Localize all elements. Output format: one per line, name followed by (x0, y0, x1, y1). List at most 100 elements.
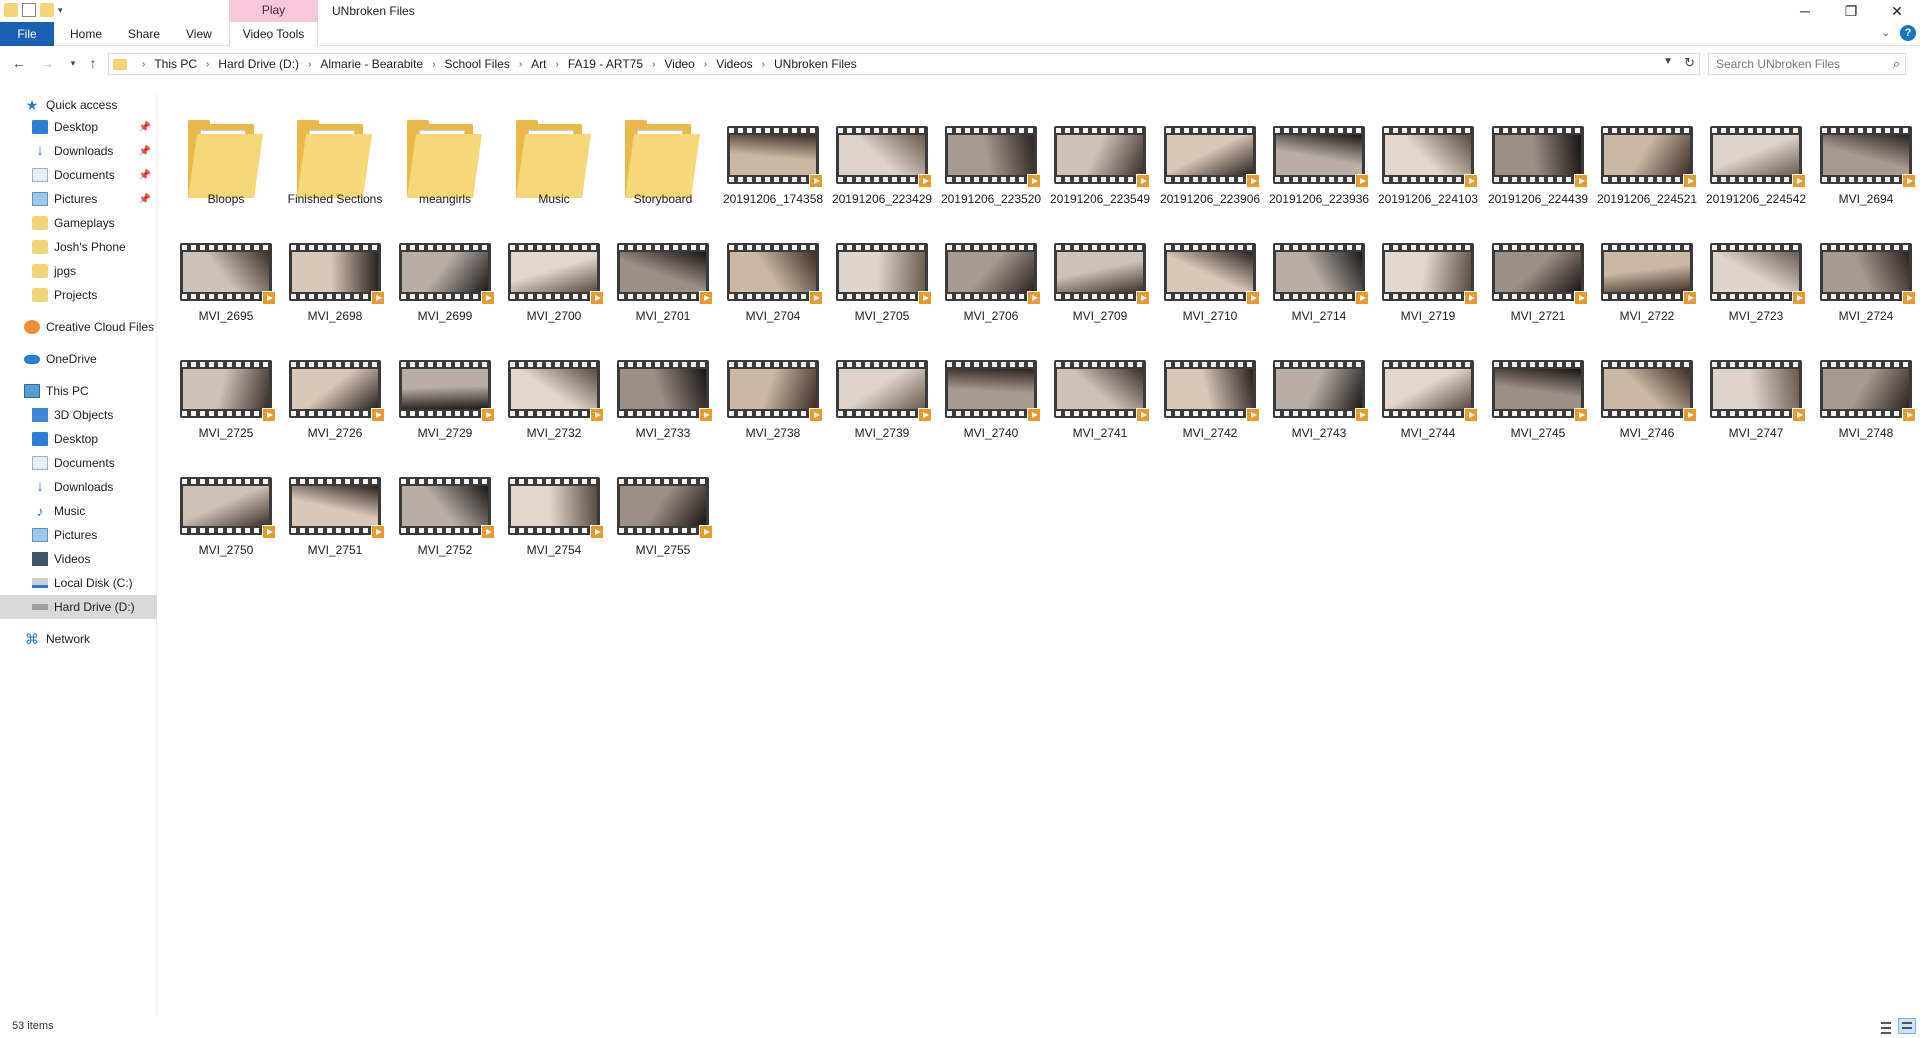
sidebar-item-pictures[interactable]: Pictures (0, 523, 157, 547)
video-file-item[interactable]: 20191206_224521 (1591, 118, 1697, 223)
video-file-item[interactable]: MVI_2704 (717, 235, 823, 340)
video-file-item[interactable]: MVI_2747 (1700, 352, 1806, 457)
video-file-item[interactable]: MVI_2729 (389, 352, 495, 457)
refresh-icon[interactable]: ↻ (1684, 55, 1695, 71)
sidebar-item-quick-access[interactable]: ★ Quick access (0, 93, 157, 117)
video-file-item[interactable]: MVI_2706 (935, 235, 1041, 340)
video-file-item[interactable]: MVI_2752 (389, 469, 495, 574)
sidebar-item-music[interactable]: ♪ Music (0, 499, 157, 523)
sidebar-item-pictures[interactable]: Pictures 📌 (0, 187, 157, 211)
sidebar-item-downloads[interactable]: ↓ Downloads 📌 (0, 139, 157, 163)
folder-item[interactable]: Bloops (170, 118, 274, 223)
sidebar-item-this-pc[interactable]: This PC (0, 379, 157, 403)
sidebar-item-documents[interactable]: Documents 📌 (0, 163, 157, 187)
sidebar-item-local-disk-c[interactable]: Local Disk (C:) (0, 571, 157, 595)
sidebar-item-3d-objects[interactable]: 3D Objects (0, 403, 157, 427)
video-file-item[interactable]: MVI_2694 (1810, 118, 1916, 223)
video-file-item[interactable]: MVI_2745 (1482, 352, 1588, 457)
video-file-item[interactable]: MVI_2721 (1482, 235, 1588, 340)
restore-button[interactable]: ❐ (1828, 0, 1874, 22)
video-file-item[interactable]: MVI_2744 (1372, 352, 1478, 457)
chevron-right-icon[interactable]: › (308, 59, 311, 70)
sidebar-item-desktop[interactable]: Desktop 📌 (0, 115, 157, 139)
folder-item[interactable]: meangirls (389, 118, 493, 223)
sidebar-item-onedrive[interactable]: OneDrive (0, 347, 157, 371)
search-input[interactable]: Search UNbroken Files ⌕ (1708, 53, 1906, 75)
video-file-item[interactable]: 20191206_174358 (717, 118, 823, 223)
address-history-dropdown-icon[interactable]: ▼ (1663, 56, 1673, 67)
help-icon[interactable]: ? (1900, 25, 1916, 41)
chevron-down-icon[interactable]: ▾ (64, 54, 82, 72)
chevron-right-icon[interactable]: › (556, 59, 559, 70)
tab-share[interactable]: Share (128, 22, 160, 46)
address-bar[interactable]: › This PC › Hard Drive (D:) › Almarie - Beara… (108, 53, 1700, 75)
video-file-item[interactable]: 20191206_223906 (1154, 118, 1260, 223)
breadcrumb-item[interactable]: School Files (444, 57, 509, 71)
video-file-item[interactable]: MVI_2699 (389, 235, 495, 340)
new-folder-icon[interactable] (40, 3, 54, 17)
tab-home[interactable]: Home (70, 22, 102, 46)
sidebar-item-projects[interactable]: Projects (0, 283, 157, 307)
breadcrumb-item[interactable]: FA19 - ART75 (568, 57, 643, 71)
breadcrumb-item[interactable]: Video (664, 57, 694, 71)
breadcrumb-item[interactable]: Art (531, 57, 546, 71)
properties-icon[interactable] (22, 3, 36, 17)
video-file-item[interactable]: MVI_2705 (826, 235, 932, 340)
video-file-item[interactable]: MVI_2710 (1154, 235, 1260, 340)
video-file-item[interactable]: MVI_2746 (1591, 352, 1697, 457)
video-file-item[interactable]: MVI_2695 (170, 235, 276, 340)
video-file-item[interactable]: 20191206_224103 (1372, 118, 1478, 223)
video-file-item[interactable]: MVI_2725 (170, 352, 276, 457)
video-file-item[interactable]: MVI_2740 (935, 352, 1041, 457)
tab-video-tools[interactable]: Video Tools (229, 22, 318, 46)
sidebar-item-creative-cloud-files[interactable]: Creative Cloud Files (0, 315, 157, 339)
sidebar-item-josh-s-phone[interactable]: Josh's Phone (0, 235, 157, 259)
sidebar-item-downloads[interactable]: ↓ Downloads (0, 475, 157, 499)
minimize-button[interactable]: ─ (1782, 0, 1828, 22)
video-file-item[interactable]: 20191206_223520 (935, 118, 1041, 223)
details-view-button[interactable] (1877, 1018, 1895, 1034)
video-file-item[interactable]: MVI_2733 (607, 352, 713, 457)
video-file-item[interactable]: 20191206_223549 (1044, 118, 1150, 223)
close-button[interactable]: ✕ (1874, 0, 1920, 22)
video-file-item[interactable]: MVI_2741 (1044, 352, 1150, 457)
contextual-tab-play[interactable]: Play (229, 0, 318, 22)
sidebar-item-gameplays[interactable]: Gameplays (0, 211, 157, 235)
video-file-item[interactable]: MVI_2714 (1263, 235, 1369, 340)
chevron-right-icon[interactable]: › (432, 59, 435, 70)
video-file-item[interactable]: MVI_2750 (170, 469, 276, 574)
video-file-item[interactable]: MVI_2726 (279, 352, 385, 457)
breadcrumb-item[interactable]: Videos (716, 57, 752, 71)
video-file-item[interactable]: MVI_2743 (1263, 352, 1369, 457)
video-file-item[interactable]: MVI_2748 (1810, 352, 1916, 457)
video-file-item[interactable]: MVI_2698 (279, 235, 385, 340)
folder-item[interactable]: Finished Sections (279, 118, 383, 223)
video-file-item[interactable]: 20191206_224542 (1700, 118, 1806, 223)
folder-item[interactable]: Storyboard (607, 118, 711, 223)
chevron-right-icon[interactable]: › (652, 59, 655, 70)
sidebar-item-documents[interactable]: Documents (0, 451, 157, 475)
video-file-item[interactable]: 20191206_223429 (826, 118, 932, 223)
sidebar-item-hard-drive-d[interactable]: Hard Drive (D:) (0, 595, 157, 619)
breadcrumb-item[interactable]: UNbroken Files (774, 57, 857, 71)
video-file-item[interactable]: MVI_2754 (498, 469, 604, 574)
video-file-item[interactable]: MVI_2751 (279, 469, 385, 574)
video-file-item[interactable]: 20191206_223936 (1263, 118, 1369, 223)
tab-file[interactable]: File (0, 22, 54, 46)
video-file-item[interactable]: 20191206_224439 (1482, 118, 1588, 223)
chevron-right-icon[interactable]: › (142, 59, 145, 70)
video-file-item[interactable]: MVI_2742 (1154, 352, 1260, 457)
video-file-item[interactable]: MVI_2719 (1372, 235, 1478, 340)
video-file-item[interactable]: MVI_2739 (826, 352, 932, 457)
breadcrumb-item[interactable]: This PC (154, 57, 197, 71)
breadcrumb-item[interactable]: Hard Drive (D:) (218, 57, 299, 71)
sidebar-item-jpgs[interactable]: jpgs (0, 259, 157, 283)
video-file-item[interactable]: MVI_2709 (1044, 235, 1150, 340)
up-arrow-icon[interactable]: ↑ (84, 54, 102, 72)
sidebar-item-network[interactable]: ⌘ Network (0, 627, 157, 651)
back-arrow-icon[interactable]: ← (10, 54, 28, 72)
video-file-item[interactable]: MVI_2738 (717, 352, 823, 457)
folder-item[interactable]: Music (498, 118, 602, 223)
chevron-right-icon[interactable]: › (704, 59, 707, 70)
customize-toolbar-icon[interactable]: ▾ (58, 5, 63, 16)
